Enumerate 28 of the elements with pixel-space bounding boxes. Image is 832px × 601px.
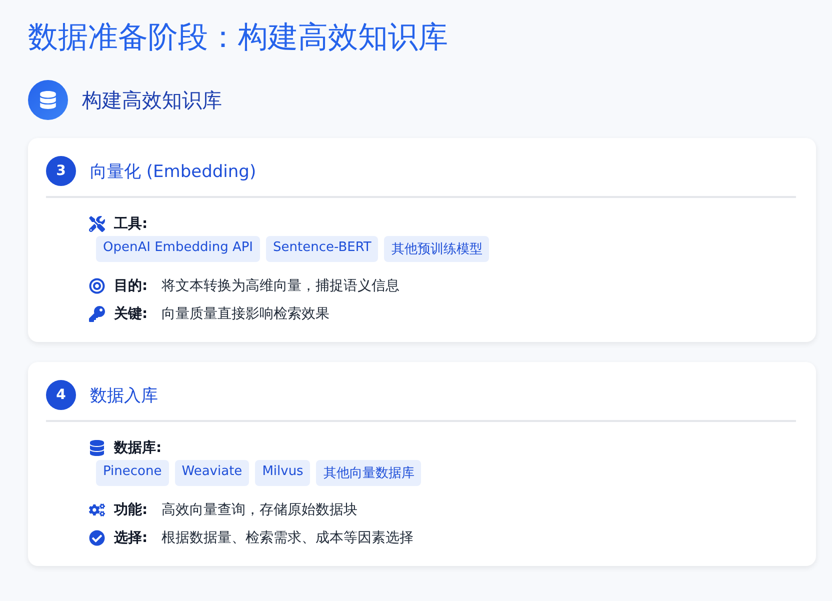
tools-icon	[88, 214, 106, 234]
tag: Pinecone	[96, 460, 169, 486]
section-title: 构建高效知识库	[82, 86, 222, 114]
target-icon	[88, 276, 106, 296]
item-label: 数据库:	[114, 438, 162, 458]
key-icon	[88, 304, 106, 324]
step-title: 向量化 (Embedding)	[90, 160, 256, 182]
item-label: 功能:	[114, 501, 148, 520]
item-label: 关键:	[114, 305, 148, 324]
item-text: 向量质量直接影响检索效果	[162, 305, 330, 324]
tag: 其他向量数据库	[316, 460, 422, 486]
tag: 其他预训练模型	[384, 236, 490, 262]
tag: Weaviate	[174, 460, 250, 486]
database-icon	[88, 438, 106, 458]
item-text: 将文本转换为高维向量，捕捉语义信息	[162, 277, 400, 296]
step-title: 数据入库	[90, 384, 158, 406]
step-number: 4	[46, 380, 76, 410]
tag: Milvus	[255, 460, 310, 486]
item-label: 目的:	[114, 277, 148, 296]
item-label: 工具:	[114, 215, 148, 234]
page-title: 数据准备阶段：构建高效知识库	[28, 19, 449, 57]
item-label: 选择:	[114, 529, 148, 548]
step-number: 3	[46, 156, 76, 186]
tag: Sentence-BERT	[266, 236, 378, 262]
item-text: 根据数据量、检索需求、成本等因素选择	[162, 529, 414, 548]
tag: OpenAI Embedding API	[96, 236, 260, 262]
database-icon	[28, 80, 68, 120]
item-text: 高效向量查询，存储原始数据块	[162, 501, 358, 520]
